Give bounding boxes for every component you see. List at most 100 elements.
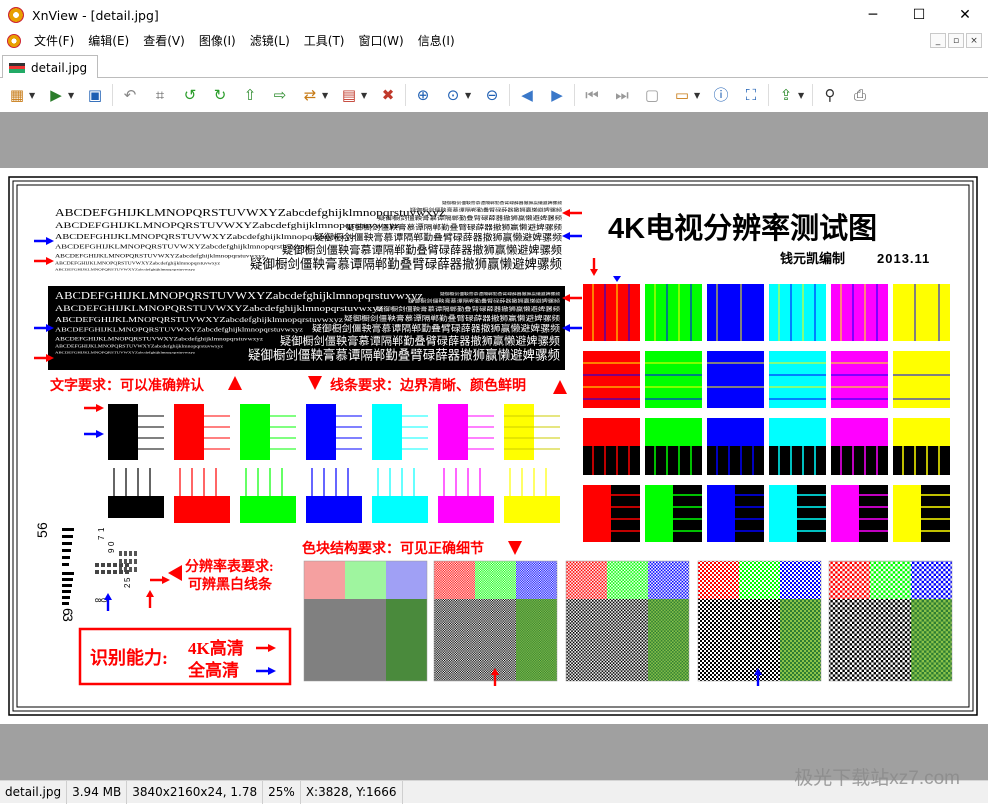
dropdown-arrow-icon[interactable]: ▼	[465, 91, 473, 100]
slideshow-button[interactable]: ▭	[671, 84, 693, 106]
last-icon: ⏭	[615, 85, 629, 104]
menu-tools[interactable]: 工具(T)	[297, 30, 352, 52]
alphabet-sample-inverted: ABCDEFGHIJKLMNOPQRSTUVWXYZabcdefghijklmn…	[55, 344, 223, 349]
properties-button[interactable]: ⓘ	[710, 84, 732, 106]
xnview-app-icon[interactable]	[8, 7, 24, 23]
zoom-in-icon: ⊕	[416, 85, 430, 104]
resolution-bar	[107, 563, 111, 567]
dropdown-arrow-icon[interactable]: ▼	[68, 91, 76, 100]
line-requirement-label: 线条要求：边界清晰、颜色鲜明	[330, 377, 526, 394]
color-block-bottom	[434, 599, 475, 681]
chinese-sample: 疑御橱剑僵鞅膏慕谭隔郸勤叠臂碌薛器撤狮赢懒避婢骡频	[442, 200, 563, 205]
dropdown-arrow-icon[interactable]: ▼	[798, 91, 806, 100]
next-button[interactable]: ▶	[546, 84, 568, 106]
resolution-bar	[101, 563, 105, 567]
ability-4k-label: 4K高清	[188, 638, 244, 658]
import-button[interactable]: ⇨	[269, 84, 291, 106]
last-button[interactable]: ⏭	[611, 84, 633, 106]
print-icon: ⎙	[853, 85, 866, 104]
rotate-left-button[interactable]: ↺	[179, 84, 201, 106]
adjust-button[interactable]: ▤	[338, 84, 360, 106]
menu-image[interactable]: 图像(I)	[192, 30, 243, 52]
zoom-actual-icon: ⊙	[446, 85, 460, 104]
menu-filter[interactable]: 滤镜(L)	[243, 30, 297, 52]
triangle-left-icon	[168, 565, 182, 581]
color-block-bottom	[516, 599, 557, 681]
line-test-block	[372, 404, 402, 460]
menu-edit[interactable]: 编辑(E)	[81, 30, 136, 52]
binoculars-icon: ⚲	[824, 85, 836, 104]
resolution-requirement-label: 可辨黑白线条	[188, 576, 273, 593]
alphabet-sample: ABCDEFGHIJKLMNOPQRSTUVWXYZabcdefghijklmn…	[55, 232, 356, 241]
resolution-digit: 3	[60, 614, 76, 622]
resolution-bar	[62, 584, 72, 587]
menu-view[interactable]: 查看(V)	[136, 30, 192, 52]
rotate-right-button[interactable]: ↻	[209, 84, 231, 106]
chinese-sample-inverted: 疑御橱剑僵鞅膏慕谭隔郸勤叠臂碌薛器撤狮赢懒避婢骡频	[344, 314, 560, 323]
resolution-digit: 5	[34, 530, 50, 538]
status-filesize: 3.94 MB	[67, 780, 128, 804]
resolution-bar	[119, 559, 122, 564]
undo-button[interactable]: ↶	[119, 84, 141, 106]
test-chart-image: ABCDEFGHIJKLMNOPQRSTUVWXYZabcdefghijklmn…	[8, 176, 978, 716]
browser-button[interactable]: ▦	[6, 84, 28, 106]
save-button[interactable]: ▣	[84, 84, 106, 106]
chinese-sample: 疑御橱剑僵鞅膏慕谭隔郸勤叠臂碌薛器撤狮赢懒避婢骡频	[378, 214, 563, 222]
color-test-swatch	[645, 284, 702, 341]
first-button[interactable]: ⏮	[581, 84, 603, 106]
binoculars-button[interactable]: ⚲	[819, 84, 841, 106]
print-button[interactable]: ⎙	[849, 84, 871, 106]
convert-button[interactable]: ⇄	[299, 84, 321, 106]
dropdown-arrow-icon[interactable]: ▼	[361, 91, 369, 100]
resolution-bar	[62, 578, 73, 581]
resolution-bar	[62, 596, 70, 599]
title-bar: XnView - [detail.jpg] ─ ☐ ✕	[0, 0, 988, 30]
delete-button[interactable]: ✖	[377, 84, 399, 106]
chart-author: 钱元凯编制	[780, 251, 845, 266]
line-test-block	[504, 404, 534, 460]
color-block-bottom	[386, 599, 427, 681]
color-block-top	[698, 561, 739, 599]
line-test-block	[306, 496, 362, 523]
export-button[interactable]: ⇧	[239, 84, 261, 106]
color-block-bottom	[607, 599, 648, 681]
zoom-out-button[interactable]: ⊖	[481, 84, 503, 106]
line-test-block	[174, 404, 204, 460]
close-button[interactable]: ✕	[942, 0, 988, 30]
menu-window[interactable]: 窗口(W)	[351, 30, 410, 52]
zoom-in-button[interactable]: ⊕	[412, 84, 434, 106]
dropdown-arrow-icon[interactable]: ▼	[29, 91, 37, 100]
open-button[interactable]: ▶	[45, 84, 67, 106]
page-button[interactable]: ▢	[641, 84, 663, 106]
alphabet-sample-inverted: ABCDEFGHIJKLMNOPQRSTUVWXYZabcdefghijklmn…	[55, 291, 424, 302]
site-watermark: 极光下载站xz7.com	[794, 768, 960, 789]
triangle-down-icon	[508, 541, 522, 555]
mdi-restore-button[interactable]: ▫	[948, 33, 964, 48]
resolution-bar	[113, 570, 117, 574]
minimize-button[interactable]: ─	[850, 0, 896, 30]
dropdown-arrow-icon[interactable]: ▼	[322, 91, 330, 100]
triangle-up-icon	[553, 380, 567, 394]
browser-icon: ▦	[9, 85, 25, 104]
share-button[interactable]: ⇪	[775, 84, 797, 106]
color-block-bottom	[475, 599, 516, 681]
resolution-digit: 0	[107, 541, 116, 546]
dropdown-arrow-icon[interactable]: ▼	[694, 91, 702, 100]
mdi-close-button[interactable]: ×	[966, 33, 982, 48]
fullscreen-button[interactable]: ⛶	[740, 84, 762, 106]
ability-fhd-label: 全高清	[187, 660, 239, 680]
resolution-bar	[134, 551, 137, 556]
toolbar-separator	[768, 84, 769, 106]
prev-button[interactable]: ◀	[516, 84, 538, 106]
mdi-minimize-button[interactable]: _	[930, 33, 946, 48]
color-test-swatch-dark	[645, 446, 702, 475]
maximize-button[interactable]: ☐	[896, 0, 942, 30]
tab-detail-jpg[interactable]: detail.jpg	[2, 55, 98, 79]
crop-button[interactable]: ⌗	[149, 84, 171, 106]
menu-info[interactable]: 信息(I)	[411, 30, 462, 52]
menu-file[interactable]: 文件(F)	[27, 30, 81, 52]
zoom-actual-button[interactable]: ⊙	[442, 84, 464, 106]
image-viewer[interactable]: ABCDEFGHIJKLMNOPQRSTUVWXYZabcdefghijklmn…	[0, 112, 988, 780]
color-block-top	[516, 561, 557, 599]
document-menu-icon[interactable]	[7, 34, 21, 48]
